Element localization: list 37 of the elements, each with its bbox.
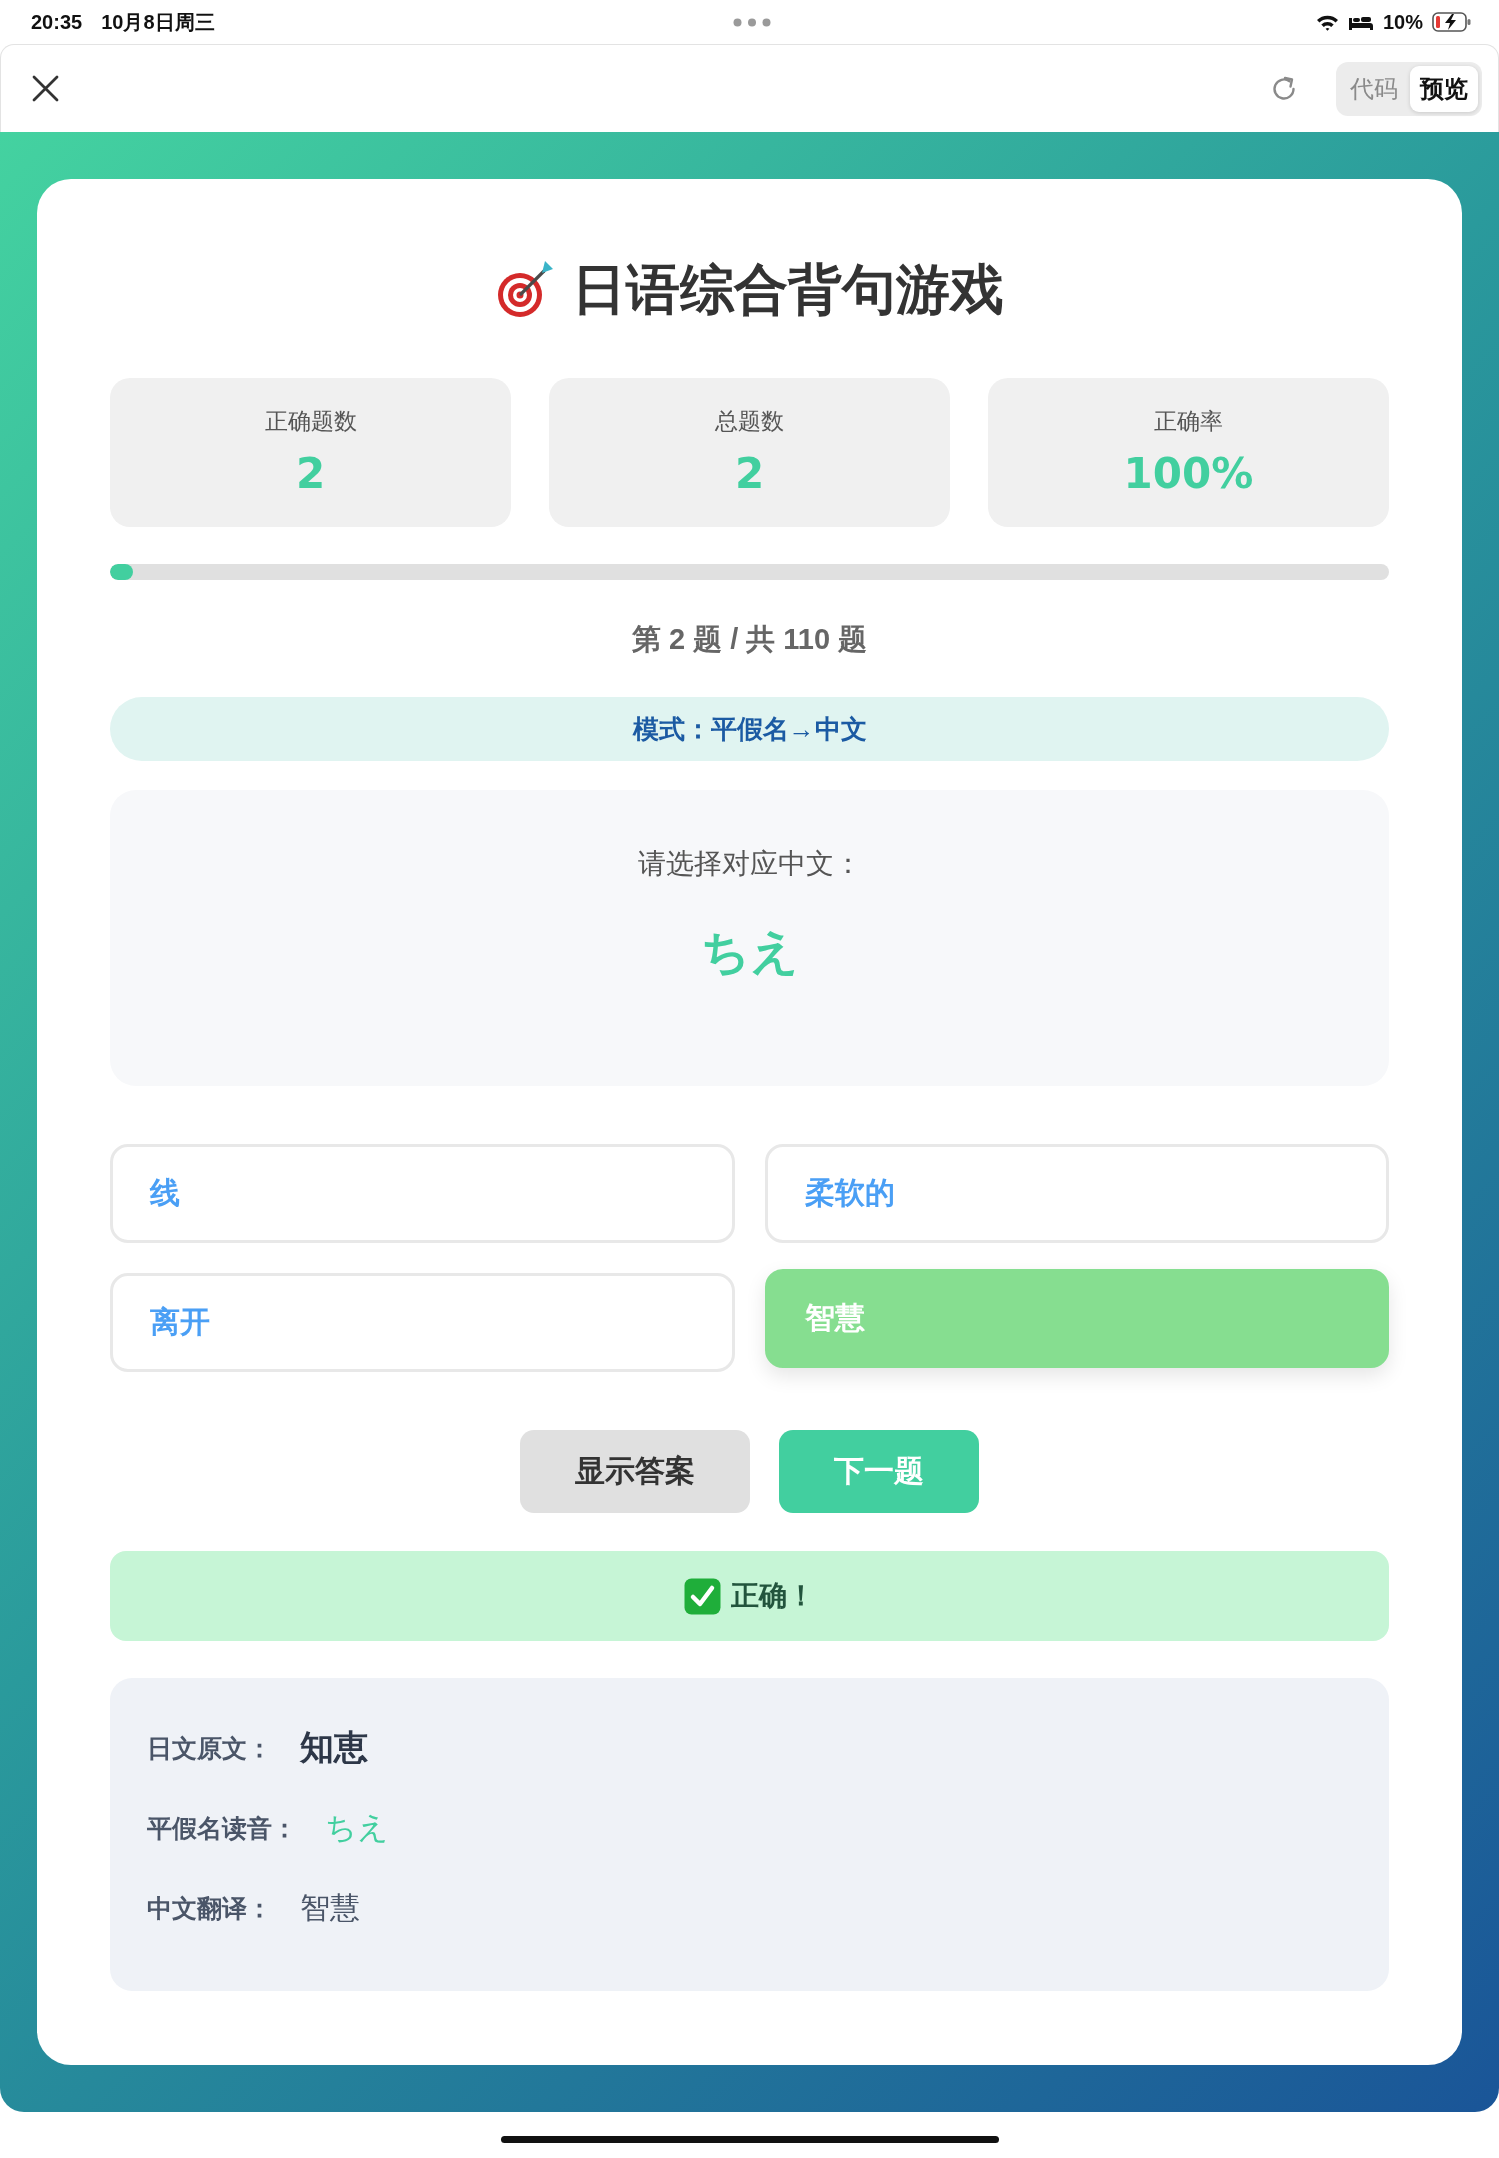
detail-label: 平假名读音： <box>147 1812 297 1844</box>
close-icon[interactable] <box>32 75 59 102</box>
reload-icon[interactable] <box>1270 74 1298 103</box>
option-button[interactable]: 线 <box>110 1144 735 1243</box>
stat-value: 2 <box>734 449 765 499</box>
feedback-text: 正确！ <box>731 1579 815 1613</box>
view-tab[interactable]: 预览 <box>1410 65 1478 112</box>
battery-charging-icon <box>1432 12 1472 32</box>
show-answer-button[interactable]: 显示答案 <box>520 1430 750 1513</box>
detail-value: 知恵 <box>300 1727 368 1768</box>
question-counter: 第 2 题 / 共 110 题 <box>630 622 869 657</box>
option-button[interactable]: 智慧 <box>764 1269 1389 1368</box>
bed-icon <box>1347 14 1374 30</box>
stat-label: 正确率 <box>1154 407 1223 436</box>
stat-label: 正确题数 <box>264 407 357 436</box>
stat-value: 2 <box>295 449 326 499</box>
target-icon <box>495 259 555 319</box>
detail-label: 中文翻译： <box>147 1892 272 1924</box>
more-dots-icon[interactable] <box>732 17 771 27</box>
check-icon <box>684 1577 721 1615</box>
mode-banner: 模式：平假名→中文 <box>110 697 1389 761</box>
question-word: ちえ <box>700 924 799 980</box>
battery-percent: 10% <box>1382 10 1423 34</box>
stat-value: 100% <box>1123 449 1254 499</box>
detail-value: 智慧 <box>300 1889 360 1926</box>
wifi-icon <box>1315 13 1339 31</box>
game-title: 日语综合背句游戏 <box>572 258 1004 321</box>
question-prompt: 请选择对应中文： <box>637 847 862 881</box>
view-tab[interactable]: 代码 <box>1340 65 1408 112</box>
option-button[interactable]: 离开 <box>110 1273 735 1372</box>
detail-label: 日文原文： <box>147 1732 272 1764</box>
status-time: 20:35 <box>31 10 83 34</box>
option-button[interactable]: 柔软的 <box>764 1144 1389 1243</box>
detail-value: ちえ <box>325 1809 389 1847</box>
status-date: 10月8日周三 <box>101 9 215 35</box>
next-button[interactable]: 下一题 <box>779 1430 979 1513</box>
stat-label: 总题数 <box>715 407 784 436</box>
